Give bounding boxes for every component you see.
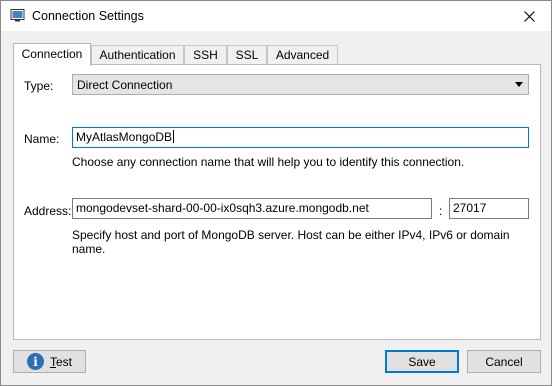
connection-settings-dialog: Connection Settings Connection Authentic… (0, 0, 552, 386)
test-button[interactable]: i Test (13, 350, 86, 373)
tab-connection[interactable]: Connection (13, 43, 91, 66)
name-hint: Choose any connection name that will hel… (72, 155, 465, 169)
test-button-label: Test (49, 354, 72, 369)
save-button[interactable]: Save (385, 350, 459, 373)
type-select-value: Direct Connection (77, 78, 173, 92)
close-icon (523, 10, 535, 22)
address-label: Address: (24, 204, 72, 218)
info-icon: i (26, 353, 44, 370)
port-input[interactable]: 27017 (449, 198, 529, 219)
tab-authentication[interactable]: Authentication (91, 45, 184, 65)
port-separator: : (439, 204, 443, 218)
window-title: Connection Settings (32, 9, 144, 23)
type-select[interactable]: Direct Connection (72, 74, 529, 95)
tab-advanced[interactable]: Advanced (267, 45, 338, 65)
title-bar: Connection Settings (1, 1, 551, 31)
tab-ssh[interactable]: SSH (184, 45, 227, 65)
type-label: Type: (24, 79, 54, 93)
close-button[interactable] (507, 1, 551, 31)
name-input-value: MyAtlasMongoDB (76, 130, 173, 144)
name-label: Name: (24, 132, 60, 146)
connection-panel: Type: Direct Connection Name: MyAtlasMon… (13, 64, 541, 340)
dropdown-arrow-icon (515, 82, 523, 87)
cancel-button[interactable]: Cancel (467, 350, 541, 373)
name-input[interactable]: MyAtlasMongoDB (72, 127, 529, 148)
host-input[interactable]: mongodevset-shard-00-00-ix0sqh3.azure.mo… (72, 198, 432, 219)
address-hint: Specify host and port of MongoDB server.… (72, 228, 510, 256)
text-caret (173, 130, 175, 143)
app-icon (10, 9, 25, 22)
tab-ssl[interactable]: SSL (227, 45, 267, 65)
